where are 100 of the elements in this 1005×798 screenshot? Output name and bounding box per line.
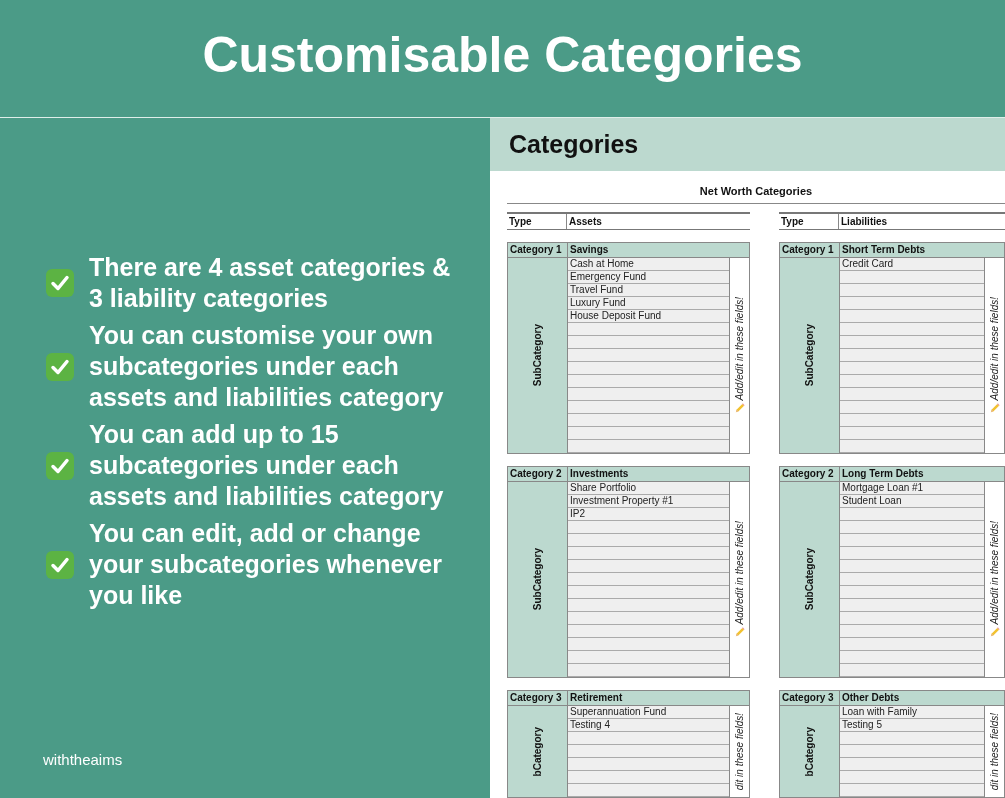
empty-cell[interactable] (840, 508, 984, 521)
empty-cell[interactable] (840, 349, 984, 362)
page-title: Customisable Categories (202, 25, 803, 84)
subcategory-cell[interactable]: House Deposit Fund (568, 310, 729, 323)
checkmark-icon (45, 549, 75, 580)
pencil-icon (989, 627, 1000, 639)
subcategory-label: bCategory (532, 726, 543, 777)
empty-cell[interactable] (568, 745, 729, 758)
subcategory-cell[interactable]: Superannuation Fund (568, 706, 729, 719)
empty-cell[interactable] (840, 625, 984, 638)
empty-cell[interactable] (568, 388, 729, 401)
subcategory-cell[interactable]: Emergency Fund (568, 271, 729, 284)
checkmark-icon (45, 450, 75, 481)
empty-cell[interactable] (568, 547, 729, 560)
empty-cell[interactable] (568, 521, 729, 534)
category-name: Retirement (567, 691, 749, 706)
empty-cell[interactable] (840, 414, 984, 427)
empty-cell[interactable] (840, 362, 984, 375)
empty-cell[interactable] (840, 323, 984, 336)
empty-cell[interactable] (568, 732, 729, 745)
empty-cell[interactable] (568, 599, 729, 612)
type-label: Type (508, 215, 533, 229)
subcategory-cell[interactable]: Cash at Home (568, 258, 729, 271)
empty-cell[interactable] (840, 521, 984, 534)
sheet-title: Net Worth Categories (507, 185, 1005, 204)
empty-cell[interactable] (840, 612, 984, 625)
category-label: Category 1 (508, 243, 567, 258)
edit-hint: Add/edit in these fields! (734, 520, 745, 625)
empty-cell[interactable] (568, 349, 729, 362)
edit-hint: Add/edit in these fields! (734, 296, 745, 401)
subcategory-cell[interactable]: Luxury Fund (568, 297, 729, 310)
empty-cell[interactable] (568, 784, 729, 797)
category-label: Category 1 (780, 243, 839, 258)
pencil-icon (989, 403, 1000, 415)
empty-cell[interactable] (568, 651, 729, 664)
type-label: Type (780, 215, 805, 229)
empty-cell[interactable] (568, 612, 729, 625)
subcategory-cell[interactable]: Loan with Family (840, 706, 984, 719)
subcategory-cell[interactable]: Student Loan (840, 495, 984, 508)
feature-text: There are 4 asset categories & 3 liability categories (89, 252, 452, 314)
category-name: Savings (567, 243, 749, 258)
subcategory-cell[interactable]: Mortgage Loan #1 (840, 482, 984, 495)
empty-cell[interactable] (568, 427, 729, 440)
empty-cell[interactable] (568, 625, 729, 638)
empty-cell[interactable] (840, 401, 984, 414)
subcategory-cell[interactable]: Travel Fund (568, 284, 729, 297)
pencil-icon (734, 403, 745, 415)
subcategory-cell[interactable]: Investment Property #1 (568, 495, 729, 508)
category-name: Other Debts (839, 691, 1004, 706)
subcategory-cell[interactable]: Testing 4 (568, 719, 729, 732)
subcategory-label: bCategory (804, 726, 815, 777)
empty-cell[interactable] (568, 586, 729, 599)
empty-cell[interactable] (568, 323, 729, 336)
empty-cell[interactable] (840, 745, 984, 758)
empty-cell[interactable] (568, 362, 729, 375)
empty-cell[interactable] (840, 336, 984, 349)
empty-cell[interactable] (840, 427, 984, 440)
subcategory-label: SubCategory (532, 548, 543, 611)
empty-cell[interactable] (840, 732, 984, 745)
empty-cell[interactable] (840, 638, 984, 651)
empty-cell[interactable] (568, 375, 729, 388)
empty-cell[interactable] (568, 560, 729, 573)
empty-cell[interactable] (840, 388, 984, 401)
empty-cell[interactable] (568, 573, 729, 586)
empty-cell[interactable] (840, 784, 984, 797)
empty-cell[interactable] (568, 758, 729, 771)
empty-cell[interactable] (840, 586, 984, 599)
feature-text: You can add up to 15 subcategories under each assets and liabilities category (89, 419, 445, 512)
subcategory-label: SubCategory (804, 324, 815, 387)
subcategory-cell[interactable]: Credit Card (840, 258, 984, 271)
subcategory-label: SubCategory (804, 548, 815, 611)
empty-cell[interactable] (840, 547, 984, 560)
empty-cell[interactable] (840, 271, 984, 284)
empty-cell[interactable] (568, 414, 729, 427)
empty-cell[interactable] (568, 638, 729, 651)
empty-cell[interactable] (840, 758, 984, 771)
empty-cell[interactable] (568, 771, 729, 784)
subcategory-cell[interactable]: Share Portfolio (568, 482, 729, 495)
edit-hint: Add/edit in these fields! (989, 296, 1000, 401)
empty-cell[interactable] (840, 310, 984, 323)
empty-cell[interactable] (568, 336, 729, 349)
empty-cell[interactable] (568, 664, 729, 677)
empty-cell[interactable] (840, 534, 984, 547)
empty-cell[interactable] (568, 401, 729, 414)
empty-cell[interactable] (840, 375, 984, 388)
sheet-header: Categories (490, 118, 1005, 171)
category-label: Category 2 (508, 467, 567, 482)
empty-cell[interactable] (568, 440, 729, 453)
empty-cell[interactable] (840, 651, 984, 664)
empty-cell[interactable] (840, 297, 984, 310)
empty-cell[interactable] (840, 599, 984, 612)
empty-cell[interactable] (840, 573, 984, 586)
empty-cell[interactable] (568, 534, 729, 547)
subcategory-cell[interactable]: IP2 (568, 508, 729, 521)
empty-cell[interactable] (840, 284, 984, 297)
empty-cell[interactable] (840, 664, 984, 677)
empty-cell[interactable] (840, 771, 984, 784)
empty-cell[interactable] (840, 560, 984, 573)
subcategory-cell[interactable]: Testing 5 (840, 719, 984, 732)
empty-cell[interactable] (840, 440, 984, 453)
